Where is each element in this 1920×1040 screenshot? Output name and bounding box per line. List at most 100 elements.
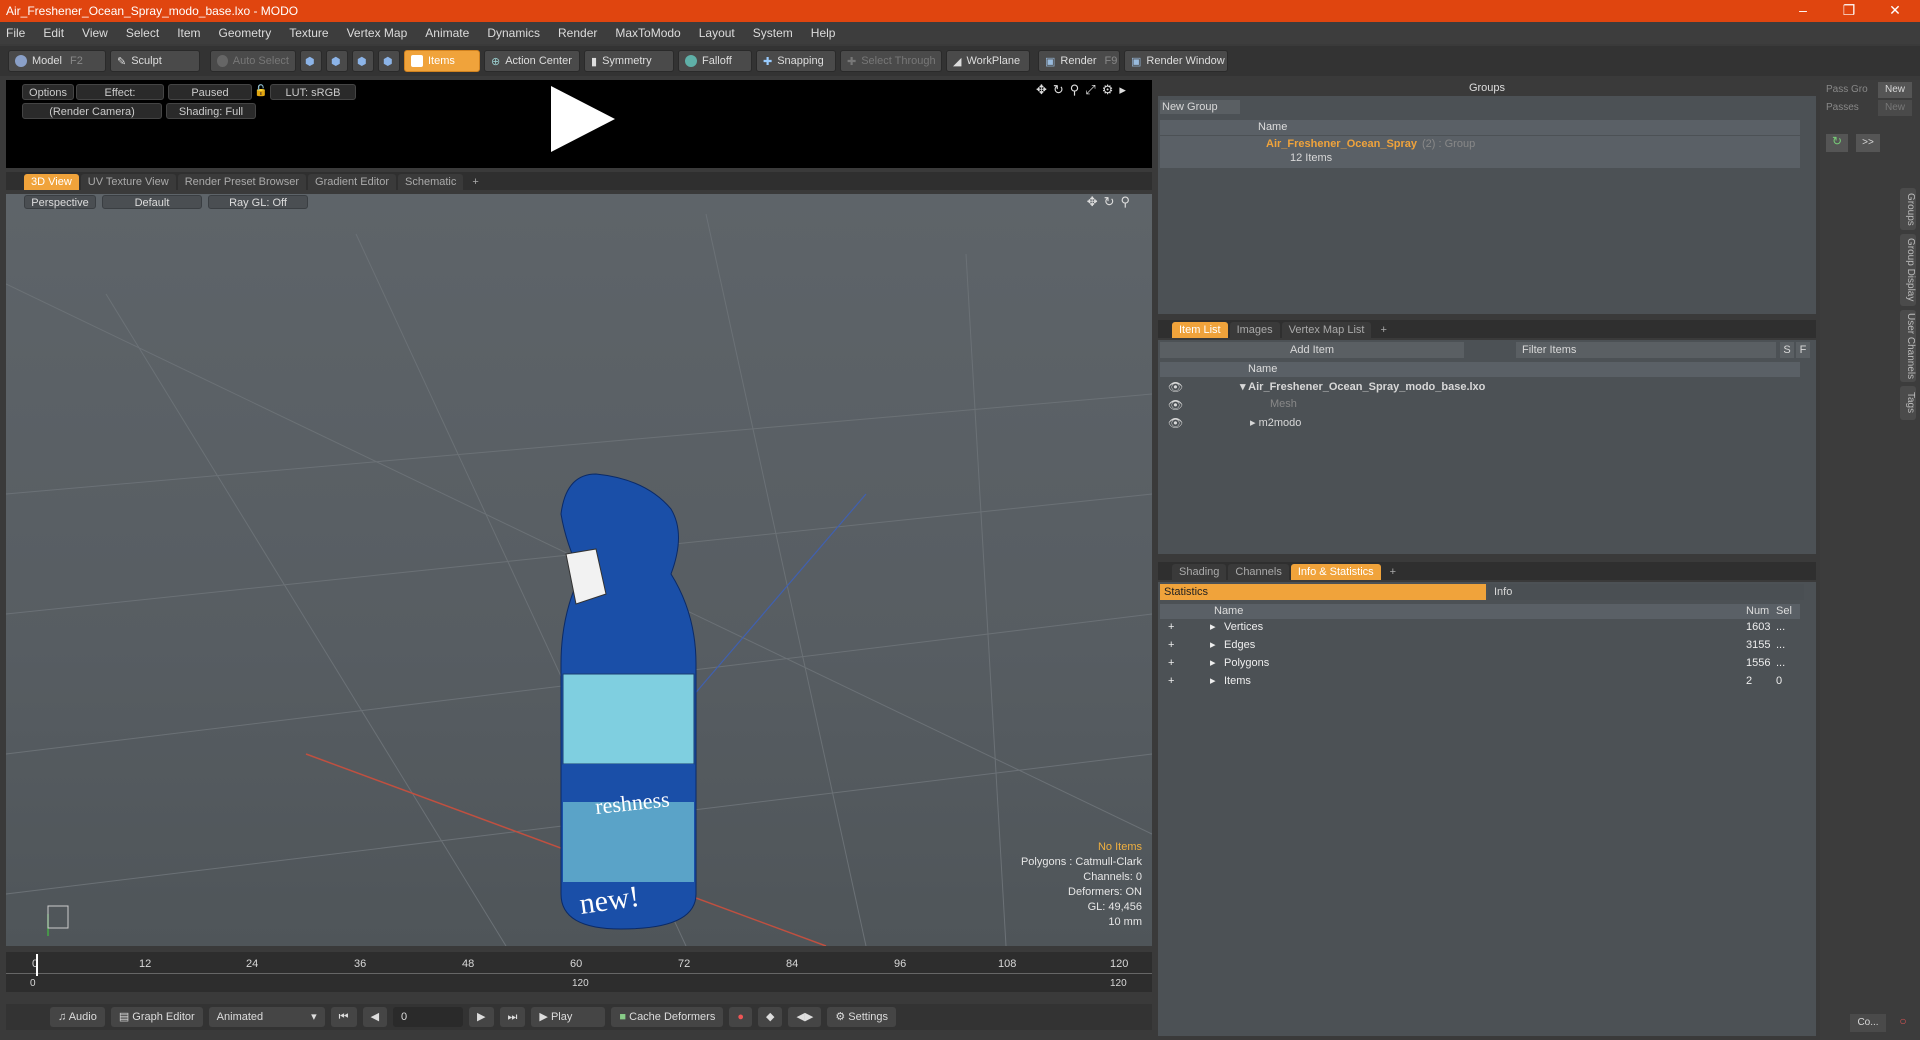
list-item[interactable]: 👁 Mesh: [1160, 396, 1800, 414]
tab-shading[interactable]: Shading: [1172, 564, 1227, 580]
tab-uv-texture-view[interactable]: UV Texture View: [80, 174, 176, 190]
table-row[interactable]: + ▸ Vertices 1603 ...: [1160, 620, 1800, 638]
menu-maxtomodo[interactable]: MaxToModo: [615, 26, 680, 40]
audio-button[interactable]: ♫ Audio: [50, 1007, 105, 1027]
refresh-icon[interactable]: ↻: [1826, 134, 1848, 152]
statistics-tab[interactable]: Statistics: [1160, 584, 1486, 600]
add-tab-button[interactable]: +: [465, 174, 485, 190]
render-button[interactable]: ▣ Render F9: [1038, 50, 1120, 72]
symmetry-button[interactable]: ▮ Symmetry: [584, 50, 674, 72]
next-frame-button[interactable]: ▶: [469, 1007, 494, 1027]
menu-system[interactable]: System: [753, 26, 793, 40]
group-row[interactable]: Air_Freshener_Ocean_Spray (2) : Group 12…: [1160, 136, 1800, 168]
side-tab-tags[interactable]: Tags: [1900, 386, 1916, 420]
tab-item-list[interactable]: Item List: [1172, 322, 1228, 338]
expand-icon[interactable]: +: [1168, 674, 1174, 689]
menu-edit[interactable]: Edit: [43, 26, 64, 40]
timeline[interactable]: 0 12 24 36 48 60 72 84 96 108 120 0 120 …: [6, 952, 1152, 992]
preview-shading-dropdown[interactable]: Shading: Full: [166, 103, 256, 119]
add-tab-button[interactable]: +: [1373, 322, 1393, 338]
select-through-button[interactable]: ✚ Select Through: [840, 50, 942, 72]
preview-lut-dropdown[interactable]: LUT: sRGB: [270, 84, 356, 100]
items-mode-button[interactable]: Items: [404, 50, 480, 72]
cache-deformers-button[interactable]: ■ Cache Deformers: [611, 1007, 724, 1027]
expand-icon[interactable]: ▸: [1250, 417, 1259, 429]
polygons-mode-button[interactable]: ⬢: [352, 50, 374, 72]
info-tab[interactable]: Info: [1488, 584, 1804, 600]
add-tab-button[interactable]: +: [1383, 564, 1403, 580]
tab-render-preset-browser[interactable]: Render Preset Browser: [177, 174, 307, 190]
perspective-dropdown[interactable]: Perspective: [24, 195, 96, 209]
auto-select-button[interactable]: Auto Select: [210, 50, 296, 72]
model-button[interactable]: Model F2: [8, 50, 106, 72]
viewport-3d[interactable]: reshness new! ✥↻⚲ No Items Polygons : Ca…: [6, 194, 1152, 946]
preview-paused-button[interactable]: Paused: [168, 84, 252, 100]
menu-render[interactable]: Render: [558, 26, 597, 40]
eye-icon[interactable]: 👁: [1168, 398, 1183, 412]
render-preview[interactable]: Options Effect: (Shadi... Paused 🔓 LUT: …: [6, 80, 1152, 168]
prev-frame-button[interactable]: ◀: [362, 1007, 388, 1027]
side-tab-groups[interactable]: Groups: [1900, 188, 1916, 230]
menu-texture[interactable]: Texture: [289, 26, 328, 40]
eye-icon[interactable]: 👁: [1168, 416, 1183, 430]
tab-channels[interactable]: Channels: [1228, 564, 1289, 580]
menu-animate[interactable]: Animate: [425, 26, 469, 40]
preview-camera-dropdown[interactable]: (Render Camera): [22, 103, 162, 119]
menu-vertex-map[interactable]: Vertex Map: [347, 26, 408, 40]
edges-mode-button[interactable]: ⬢: [326, 50, 348, 72]
materials-mode-button[interactable]: ⬢: [378, 50, 400, 72]
key-nav-icon[interactable]: ◀▶: [788, 1007, 822, 1027]
timeline-ruler[interactable]: 0 12 24 36 48 60 72 84 96 108 120: [6, 956, 1152, 974]
record-icon[interactable]: ●: [729, 1007, 752, 1027]
menu-file[interactable]: File: [6, 26, 25, 40]
menu-select[interactable]: Select: [126, 26, 159, 40]
keyframe-icon[interactable]: ◆: [757, 1007, 783, 1027]
list-item[interactable]: 👁 ▸ m2modo: [1160, 414, 1800, 432]
graph-editor-button[interactable]: ▤ Graph Editor: [110, 1007, 203, 1027]
disclosure-icon[interactable]: ▸: [1210, 638, 1216, 653]
disclosure-icon[interactable]: ▸: [1210, 656, 1216, 671]
close-icon[interactable]: ✕: [1872, 0, 1918, 22]
filter-items-input[interactable]: Filter Items: [1516, 342, 1776, 358]
s-button[interactable]: S: [1780, 342, 1794, 358]
tab-info-statistics[interactable]: Info & Statistics: [1290, 564, 1381, 580]
render-window-button[interactable]: ▣ Render Window: [1124, 50, 1228, 72]
new-group-button[interactable]: New Group: [1160, 100, 1240, 114]
new-pass-group-button[interactable]: New: [1878, 82, 1912, 98]
expand-icon[interactable]: +: [1168, 656, 1174, 671]
table-row[interactable]: + ▸ Edges 3155 ...: [1160, 638, 1800, 656]
disclosure-icon[interactable]: ▸: [1210, 620, 1216, 635]
list-item[interactable]: 👁 ▾ Air_Freshener_Ocean_Spray_modo_base.…: [1160, 378, 1800, 396]
table-row[interactable]: + ▸ Polygons 1556 ...: [1160, 656, 1800, 674]
minimize-icon[interactable]: –: [1780, 0, 1826, 22]
expand-icon[interactable]: ▾: [1240, 381, 1248, 393]
snapping-button[interactable]: ✚ Snapping: [756, 50, 836, 72]
disclosure-icon[interactable]: ▸: [1210, 674, 1216, 689]
maximize-icon[interactable]: ❐: [1826, 0, 1872, 22]
more-button[interactable]: >>: [1856, 134, 1880, 152]
action-center-button[interactable]: ⊕ Action Center: [484, 50, 580, 72]
menu-view[interactable]: View: [82, 26, 108, 40]
menu-item[interactable]: Item: [177, 26, 200, 40]
animated-dropdown[interactable]: Animated ▾: [208, 1007, 325, 1027]
menu-layout[interactable]: Layout: [699, 26, 735, 40]
playhead[interactable]: [36, 954, 38, 976]
menu-dynamics[interactable]: Dynamics: [487, 26, 540, 40]
expand-icon[interactable]: +: [1168, 638, 1174, 653]
side-tab-group-display[interactable]: Group Display: [1900, 234, 1916, 306]
table-row[interactable]: + ▸ Items 2 0: [1160, 674, 1800, 692]
last-frame-button[interactable]: ⏭: [499, 1007, 526, 1027]
tab-gradient-editor[interactable]: Gradient Editor: [308, 174, 396, 190]
preview-effect-dropdown[interactable]: Effect: (Shadi...: [76, 84, 164, 115]
tab-vertex-map-list[interactable]: Vertex Map List: [1281, 322, 1372, 338]
raygl-dropdown[interactable]: Ray GL: Off: [208, 195, 308, 209]
tab-images[interactable]: Images: [1229, 322, 1280, 338]
tab-schematic[interactable]: Schematic: [398, 174, 464, 190]
settings-button[interactable]: ⚙ Settings: [827, 1007, 897, 1027]
side-tab-user-channels[interactable]: User Channels: [1900, 310, 1916, 382]
lock-icon[interactable]: 🔓: [254, 84, 268, 98]
preview-nav-icons[interactable]: ✥↻⚲⤢⚙▸: [1036, 82, 1132, 98]
eye-icon[interactable]: 👁: [1168, 380, 1183, 394]
expand-icon[interactable]: +: [1168, 620, 1174, 635]
record-status-icon[interactable]: ○: [1894, 1014, 1912, 1032]
